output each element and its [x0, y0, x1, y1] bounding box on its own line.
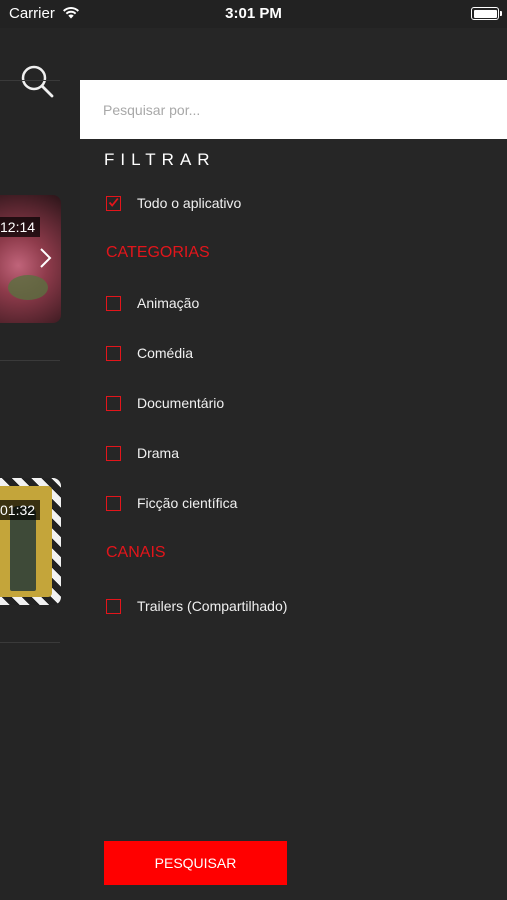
video-duration: 01:32 [0, 500, 41, 520]
checkbox[interactable] [106, 295, 121, 311]
search-icon[interactable] [20, 64, 54, 98]
filter-option-whole-app[interactable]: Todo o aplicativo [106, 192, 241, 214]
filter-option-label: Comédia [137, 345, 194, 361]
divider [0, 360, 60, 361]
search-submit-button[interactable]: PESQUISAR [104, 841, 287, 885]
background-app[interactable] [0, 28, 80, 900]
search-box [80, 80, 507, 139]
thumbnail-detail [8, 275, 48, 300]
category-option-scifi[interactable]: Ficção científica [106, 492, 237, 514]
filter-option-label: Trailers (Compartilhado) [137, 598, 288, 614]
filter-option-label: Todo o aplicativo [137, 195, 242, 211]
video-card[interactable]: 12:14 [0, 195, 61, 323]
video-duration: 12:14 [0, 217, 41, 237]
status-bar: Carrier 3:01 PM [0, 0, 507, 28]
app-screen: Carrier 3:01 PM 12:14 01:32 Pesquisar po… [0, 0, 507, 900]
category-option-drama[interactable]: Drama [106, 442, 179, 464]
filter-panel: FILTRAR Todo o aplicativo CATEGORIAS Ani… [80, 28, 507, 900]
filter-option-label: Drama [137, 445, 180, 461]
channels-heading: CANAIS [106, 544, 166, 561]
divider [0, 80, 60, 81]
category-option-comedy[interactable]: Comédia [106, 342, 193, 364]
checkbox[interactable] [106, 598, 121, 614]
categories-heading: CATEGORIAS [106, 244, 210, 261]
chevron-right-icon[interactable] [38, 247, 52, 269]
battery-icon [471, 7, 502, 20]
filter-option-label: Ficção científica [137, 495, 238, 511]
checkbox[interactable] [106, 395, 121, 411]
checkbox[interactable] [106, 445, 121, 461]
clock: 3:01 PM [225, 5, 282, 22]
divider [0, 642, 60, 643]
category-option-documentary[interactable]: Documentário [106, 392, 224, 414]
filter-option-label: Animação [137, 295, 200, 311]
checkbox[interactable] [106, 495, 121, 511]
filter-title: FILTRAR [104, 150, 216, 169]
search-input[interactable] [103, 80, 493, 139]
checkmark-icon [108, 197, 119, 207]
checkbox-checked[interactable] [106, 195, 121, 211]
filter-option-label: Documentário [137, 395, 225, 411]
category-option-animation[interactable]: Animação [106, 292, 199, 314]
channel-option-trailers[interactable]: Trailers (Compartilhado) [106, 595, 287, 617]
checkbox[interactable] [106, 345, 121, 361]
video-card[interactable]: 01:32 [0, 478, 61, 605]
